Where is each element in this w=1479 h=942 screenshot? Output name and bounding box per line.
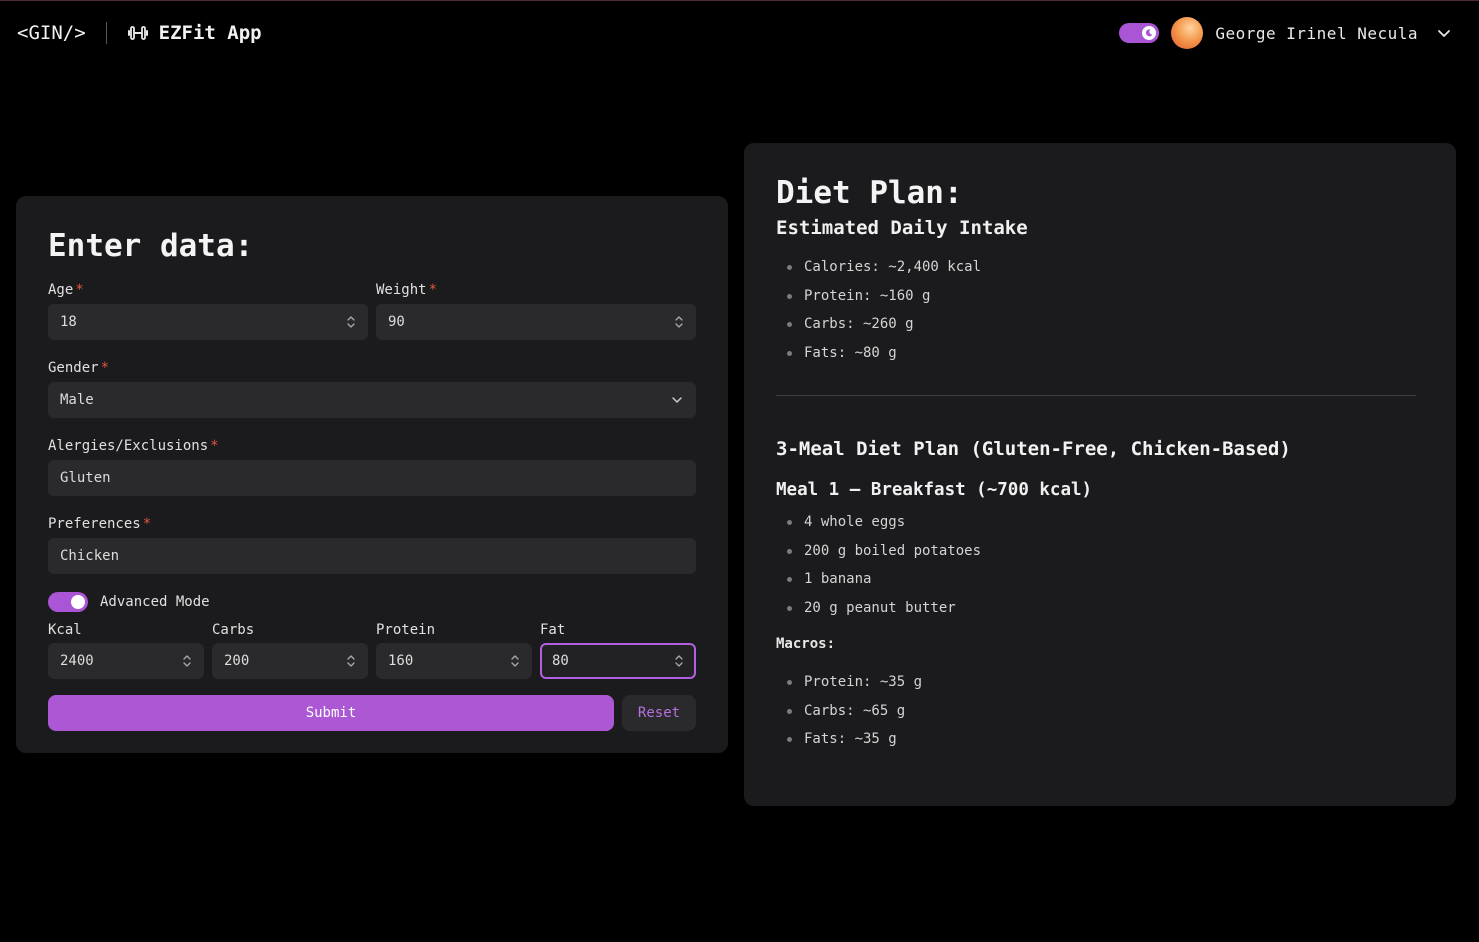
age-label: Age bbox=[48, 282, 74, 298]
carbs-field: Carbs 200 bbox=[212, 622, 368, 679]
app-title[interactable]: EZFit App bbox=[127, 22, 262, 44]
required-mark: * bbox=[142, 516, 152, 532]
spinner-icon[interactable] bbox=[674, 654, 684, 668]
spinner-icon[interactable] bbox=[346, 654, 356, 668]
brand: <GIN/> EZFit App bbox=[17, 22, 262, 44]
protein-field: Protein 160 bbox=[376, 622, 532, 679]
list-item: Fats: ~35 g bbox=[776, 731, 1424, 760]
carbs-input[interactable]: 200 bbox=[212, 643, 368, 679]
preferences-field: Preferences * Chicken bbox=[48, 516, 696, 574]
required-mark: * bbox=[75, 282, 84, 298]
fat-input[interactable]: 80 bbox=[540, 643, 696, 679]
list-item: Calories: ~2,400 kcal bbox=[776, 259, 1424, 288]
diet-plan-card: Diet Plan: Estimated Daily Intake Calori… bbox=[744, 143, 1456, 806]
spinner-icon[interactable] bbox=[510, 654, 520, 668]
list-item: 1 banana bbox=[776, 571, 1424, 600]
carbs-label: Carbs bbox=[212, 622, 255, 638]
advanced-mode-toggle[interactable] bbox=[48, 592, 88, 612]
meal1-items-list: 4 whole eggs 200 g boiled potatoes 1 ban… bbox=[776, 514, 1424, 628]
list-item: Carbs: ~260 g bbox=[776, 316, 1424, 345]
kcal-input[interactable]: 2400 bbox=[48, 643, 204, 679]
kcal-label: Kcal bbox=[48, 622, 82, 638]
reset-button[interactable]: Reset bbox=[622, 695, 696, 731]
fat-field: Fat 80 bbox=[540, 622, 696, 679]
weight-value: 90 bbox=[388, 314, 405, 330]
user-name[interactable]: George Irinel Necula bbox=[1215, 24, 1418, 43]
gender-label: Gender bbox=[48, 360, 99, 376]
advanced-mode-knob bbox=[71, 595, 85, 609]
plan-title: Diet Plan: bbox=[776, 175, 963, 211]
advanced-mode-label: Advanced Mode bbox=[100, 594, 210, 610]
intake-heading: Estimated Daily Intake bbox=[776, 217, 1028, 239]
meal1-macros-list: Protein: ~35 g Carbs: ~65 g Fats: ~35 g bbox=[776, 674, 1424, 760]
preferences-value: Chicken bbox=[60, 548, 120, 564]
advanced-mode-row: Advanced Mode bbox=[48, 592, 696, 612]
chevron-down-icon bbox=[672, 397, 682, 403]
spinner-icon[interactable] bbox=[346, 315, 356, 329]
list-item: Protein: ~160 g bbox=[776, 288, 1424, 317]
fat-label: Fat bbox=[540, 622, 566, 638]
macros-label: Macros: bbox=[776, 636, 836, 652]
user-area: George Irinel Necula bbox=[1119, 17, 1462, 49]
protein-label: Protein bbox=[376, 622, 436, 638]
preferences-label: Preferences bbox=[48, 516, 141, 532]
spinner-icon[interactable] bbox=[182, 654, 192, 668]
app-name: EZFit App bbox=[158, 22, 262, 44]
moon-icon bbox=[1146, 29, 1153, 37]
meal1-heading: Meal 1 – Breakfast (~700 kcal) bbox=[776, 480, 1093, 500]
age-input[interactable]: 18 bbox=[48, 304, 368, 340]
meal-plan-heading: 3-Meal Diet Plan (Gluten-Free, Chicken-B… bbox=[776, 438, 1291, 460]
protein-value: 160 bbox=[388, 653, 414, 669]
required-mark: * bbox=[210, 438, 219, 454]
fat-value: 80 bbox=[552, 653, 569, 669]
kcal-value: 2400 bbox=[60, 653, 94, 669]
gender-field: Gender * Male bbox=[48, 360, 696, 418]
allergies-value: Gluten bbox=[60, 470, 111, 486]
chevron-down-icon[interactable] bbox=[1436, 25, 1452, 41]
allergies-label: Alergies/Exclusions bbox=[48, 438, 209, 454]
list-item: Protein: ~35 g bbox=[776, 674, 1424, 703]
kcal-field: Kcal 2400 bbox=[48, 622, 204, 679]
weight-input[interactable]: 90 bbox=[376, 304, 696, 340]
header-divider bbox=[105, 22, 107, 44]
list-item: Carbs: ~65 g bbox=[776, 703, 1424, 732]
form-title: Enter data: bbox=[48, 228, 254, 264]
enter-data-card: Enter data: Age * 18 Weight * 90 Gender * M… bbox=[16, 196, 728, 753]
list-item: 200 g boiled potatoes bbox=[776, 543, 1424, 572]
theme-toggle[interactable] bbox=[1119, 23, 1160, 43]
age-value: 18 bbox=[60, 314, 77, 330]
age-field: Age * 18 bbox=[48, 282, 368, 340]
dumbbell-icon bbox=[127, 26, 148, 40]
list-item: 4 whole eggs bbox=[776, 514, 1424, 543]
section-divider bbox=[776, 395, 1416, 396]
allergies-field: Alergies/Exclusions * Gluten bbox=[48, 438, 696, 496]
protein-input[interactable]: 160 bbox=[376, 643, 532, 679]
carbs-value: 200 bbox=[224, 653, 250, 669]
app-header: <GIN/> EZFit App George Irinel Necula bbox=[0, 0, 1479, 66]
gender-value: Male bbox=[60, 392, 94, 408]
gin-logo[interactable]: <GIN/> bbox=[17, 22, 86, 44]
submit-button[interactable]: Submit bbox=[48, 695, 614, 731]
avatar[interactable] bbox=[1171, 17, 1204, 49]
intake-list: Calories: ~2,400 kcal Protein: ~160 g Ca… bbox=[776, 259, 1424, 373]
spinner-icon[interactable] bbox=[674, 315, 684, 329]
weight-label: Weight bbox=[376, 282, 427, 298]
preferences-input[interactable]: Chicken bbox=[48, 538, 696, 574]
weight-field: Weight * 90 bbox=[376, 282, 696, 340]
allergies-input[interactable]: Gluten bbox=[48, 460, 696, 496]
list-item: Fats: ~80 g bbox=[776, 345, 1424, 374]
list-item: 20 g peanut butter bbox=[776, 600, 1424, 629]
gender-select[interactable]: Male bbox=[48, 382, 696, 418]
required-mark: * bbox=[428, 282, 438, 298]
required-mark: * bbox=[100, 360, 110, 376]
